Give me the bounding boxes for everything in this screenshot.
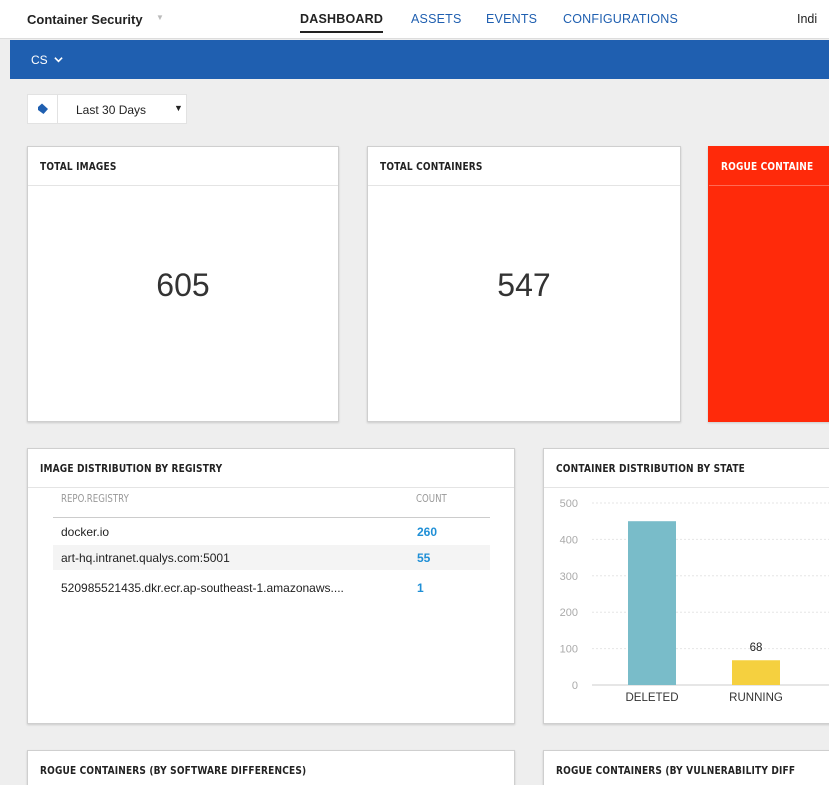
date-range-filter[interactable]: Last 30 Days ▼ xyxy=(27,94,187,124)
column-header-registry[interactable]: REPO.REGISTRY xyxy=(61,493,129,505)
user-menu[interactable]: Indi xyxy=(797,12,817,26)
rogue-vulnerability-widget[interactable]: ROGUE CONTAINERS (BY VULNERABILITY DIFF xyxy=(543,750,829,785)
date-range-label: Last 30 Days xyxy=(76,103,147,117)
bar-deleted[interactable] xyxy=(628,521,676,685)
y-tick-label: 0 xyxy=(572,680,578,692)
column-header-count[interactable]: COUNT xyxy=(416,493,447,505)
dashboard-name[interactable]: CS xyxy=(31,53,48,67)
app-switcher-caret-icon[interactable]: ▼ xyxy=(156,13,164,22)
app-title[interactable]: Container Security xyxy=(27,12,143,27)
tab-assets[interactable]: ASSETS xyxy=(411,12,462,26)
table-header-divider xyxy=(53,517,490,518)
tag-icon xyxy=(38,103,48,114)
x-tick-label: DELETED xyxy=(625,692,678,704)
bar-running[interactable] xyxy=(732,660,780,685)
registry-count-link[interactable]: 1 xyxy=(417,581,424,595)
divider xyxy=(709,185,829,186)
widget-title: ROGUE CONTAINERS (BY SOFTWARE DIFFERENCE… xyxy=(40,764,307,777)
divider xyxy=(28,185,338,186)
registry-name: 520985521435.dkr.ecr.ap-southeast-1.amaz… xyxy=(61,581,344,595)
table-row[interactable]: 520985521435.dkr.ecr.ap-southeast-1.amaz… xyxy=(53,575,490,600)
caret-down-icon: ▼ xyxy=(174,103,183,113)
registry-count-link[interactable]: 55 xyxy=(417,551,430,565)
divider xyxy=(368,185,680,186)
widget-title: ROGUE CONTAINERS (BY VULNERABILITY DIFF xyxy=(556,764,796,777)
tab-dashboard[interactable]: DASHBOARD xyxy=(300,12,384,33)
rogue-software-widget[interactable]: ROGUE CONTAINERS (BY SOFTWARE DIFFERENCE… xyxy=(27,750,515,785)
rogue-containers-widget[interactable]: ROGUE CONTAINE xyxy=(708,146,829,422)
tab-events[interactable]: EVENTS xyxy=(486,12,537,26)
y-tick-label: 300 xyxy=(560,571,578,583)
y-tick-label: 200 xyxy=(560,607,578,619)
x-tick-label: RUNNING xyxy=(729,692,783,704)
widget-title: ROGUE CONTAINE xyxy=(721,160,814,173)
y-tick-label: 100 xyxy=(560,644,578,656)
total-containers-widget[interactable]: TOTAL CONTAINERS 547 xyxy=(367,146,681,422)
table-row[interactable]: docker.io 260 xyxy=(53,519,490,544)
image-distribution-widget[interactable]: IMAGE DISTRIBUTION BY REGISTRY REPO.REGI… xyxy=(27,448,515,724)
total-images-value: 605 xyxy=(156,267,210,303)
container-distribution-widget[interactable]: CONTAINER DISTRIBUTION BY STATE 0 100 200 3… xyxy=(543,448,829,724)
widget-title: TOTAL IMAGES xyxy=(40,160,117,173)
registry-name: art-hq.intranet.qualys.com:5001 xyxy=(61,551,230,565)
data-label: 68 xyxy=(750,642,763,654)
widget-title: TOTAL CONTAINERS xyxy=(380,160,483,173)
chevron-down-icon[interactable] xyxy=(54,55,63,64)
y-tick-label: 500 xyxy=(560,498,578,510)
top-nav: Container Security ▼ DASHBOARD ASSETS EV… xyxy=(0,0,829,39)
table-row[interactable]: art-hq.intranet.qualys.com:5001 55 xyxy=(53,545,490,570)
divider xyxy=(28,487,514,488)
dashboard-selector-bar: CS xyxy=(10,40,829,79)
registry-name: docker.io xyxy=(61,525,110,539)
y-tick-label: 400 xyxy=(560,534,578,546)
container-state-bar-chart: 0 100 200 300 400 500 DELETED RUNNING 68 xyxy=(560,498,829,704)
total-images-widget[interactable]: TOTAL IMAGES 605 xyxy=(27,146,339,422)
widget-title: IMAGE DISTRIBUTION BY REGISTRY xyxy=(40,462,223,475)
tab-configurations[interactable]: CONFIGURATIONS xyxy=(563,12,678,26)
tag-filter-button[interactable] xyxy=(28,95,58,123)
total-containers-value: 547 xyxy=(497,267,551,303)
registry-count-link[interactable]: 260 xyxy=(417,525,437,539)
